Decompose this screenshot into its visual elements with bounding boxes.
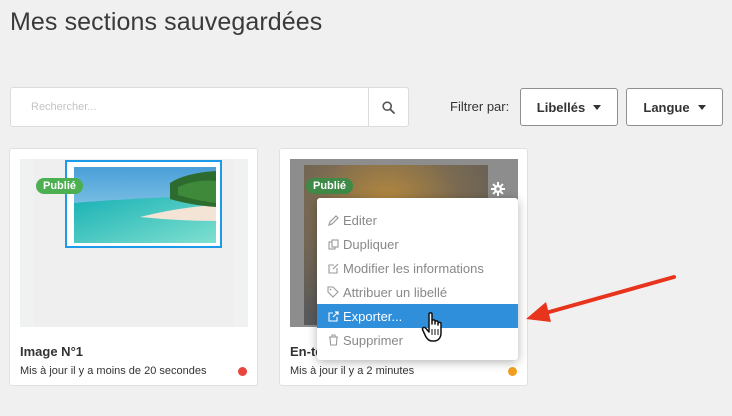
section-thumbnail: Publié xyxy=(20,159,248,327)
annotation-arrow-icon xyxy=(526,275,676,322)
edit-box-icon xyxy=(325,263,341,274)
labels-filter-label: Libellés xyxy=(536,99,586,115)
status-dot xyxy=(238,367,247,376)
search-input[interactable] xyxy=(11,88,369,126)
language-filter-dropdown[interactable]: Langue xyxy=(626,88,723,126)
menu-item-edit[interactable]: Editer xyxy=(317,208,518,232)
pencil-icon xyxy=(325,214,341,226)
menu-item-assign-label[interactable]: Attribuer un libellé xyxy=(317,280,518,304)
menu-item-label: Modifier les informations xyxy=(343,260,484,276)
search-icon xyxy=(382,100,395,114)
caret-down-icon xyxy=(697,104,706,110)
menu-item-label: Exporter... xyxy=(343,308,403,324)
copy-icon xyxy=(325,238,341,250)
menu-item-delete[interactable]: Supprimer xyxy=(317,328,518,352)
menu-item-label: Supprimer xyxy=(343,332,403,348)
labels-filter-dropdown[interactable]: Libellés xyxy=(520,88,618,126)
export-icon xyxy=(325,310,341,322)
tag-icon xyxy=(325,286,341,298)
search-button[interactable] xyxy=(368,88,408,126)
page-title: Mes sections sauvegardées xyxy=(10,8,323,36)
section-card[interactable]: Publié Image N°1 Mis à jour il y a moins… xyxy=(9,148,258,386)
gear-icon xyxy=(491,182,505,196)
menu-item-label: Editer xyxy=(343,212,377,228)
section-updated-time: Mis à jour il y a 2 minutes xyxy=(290,365,415,377)
menu-item-export[interactable]: Exporter... xyxy=(317,304,518,328)
filter-label: Filtrer par: xyxy=(450,99,510,114)
trash-icon xyxy=(325,334,341,346)
search-box xyxy=(10,87,409,127)
section-title: Image N°1 xyxy=(20,344,84,359)
language-filter-label: Langue xyxy=(643,99,690,115)
menu-item-modify-info[interactable]: Modifier les informations xyxy=(317,256,518,280)
hand-cursor-icon xyxy=(421,312,442,342)
menu-item-label: Attribuer un libellé xyxy=(343,284,448,300)
section-updated-time: Mis à jour il y a moins de 20 secondes xyxy=(20,365,207,377)
published-badge: Publié xyxy=(36,178,84,194)
context-menu: Editer Dupliquer Modifier les informatio… xyxy=(317,198,518,360)
menu-item-duplicate[interactable]: Dupliquer xyxy=(317,232,518,256)
published-badge: Publié xyxy=(306,178,354,194)
status-dot xyxy=(508,367,517,376)
caret-down-icon xyxy=(593,104,602,110)
menu-item-label: Dupliquer xyxy=(343,236,399,252)
